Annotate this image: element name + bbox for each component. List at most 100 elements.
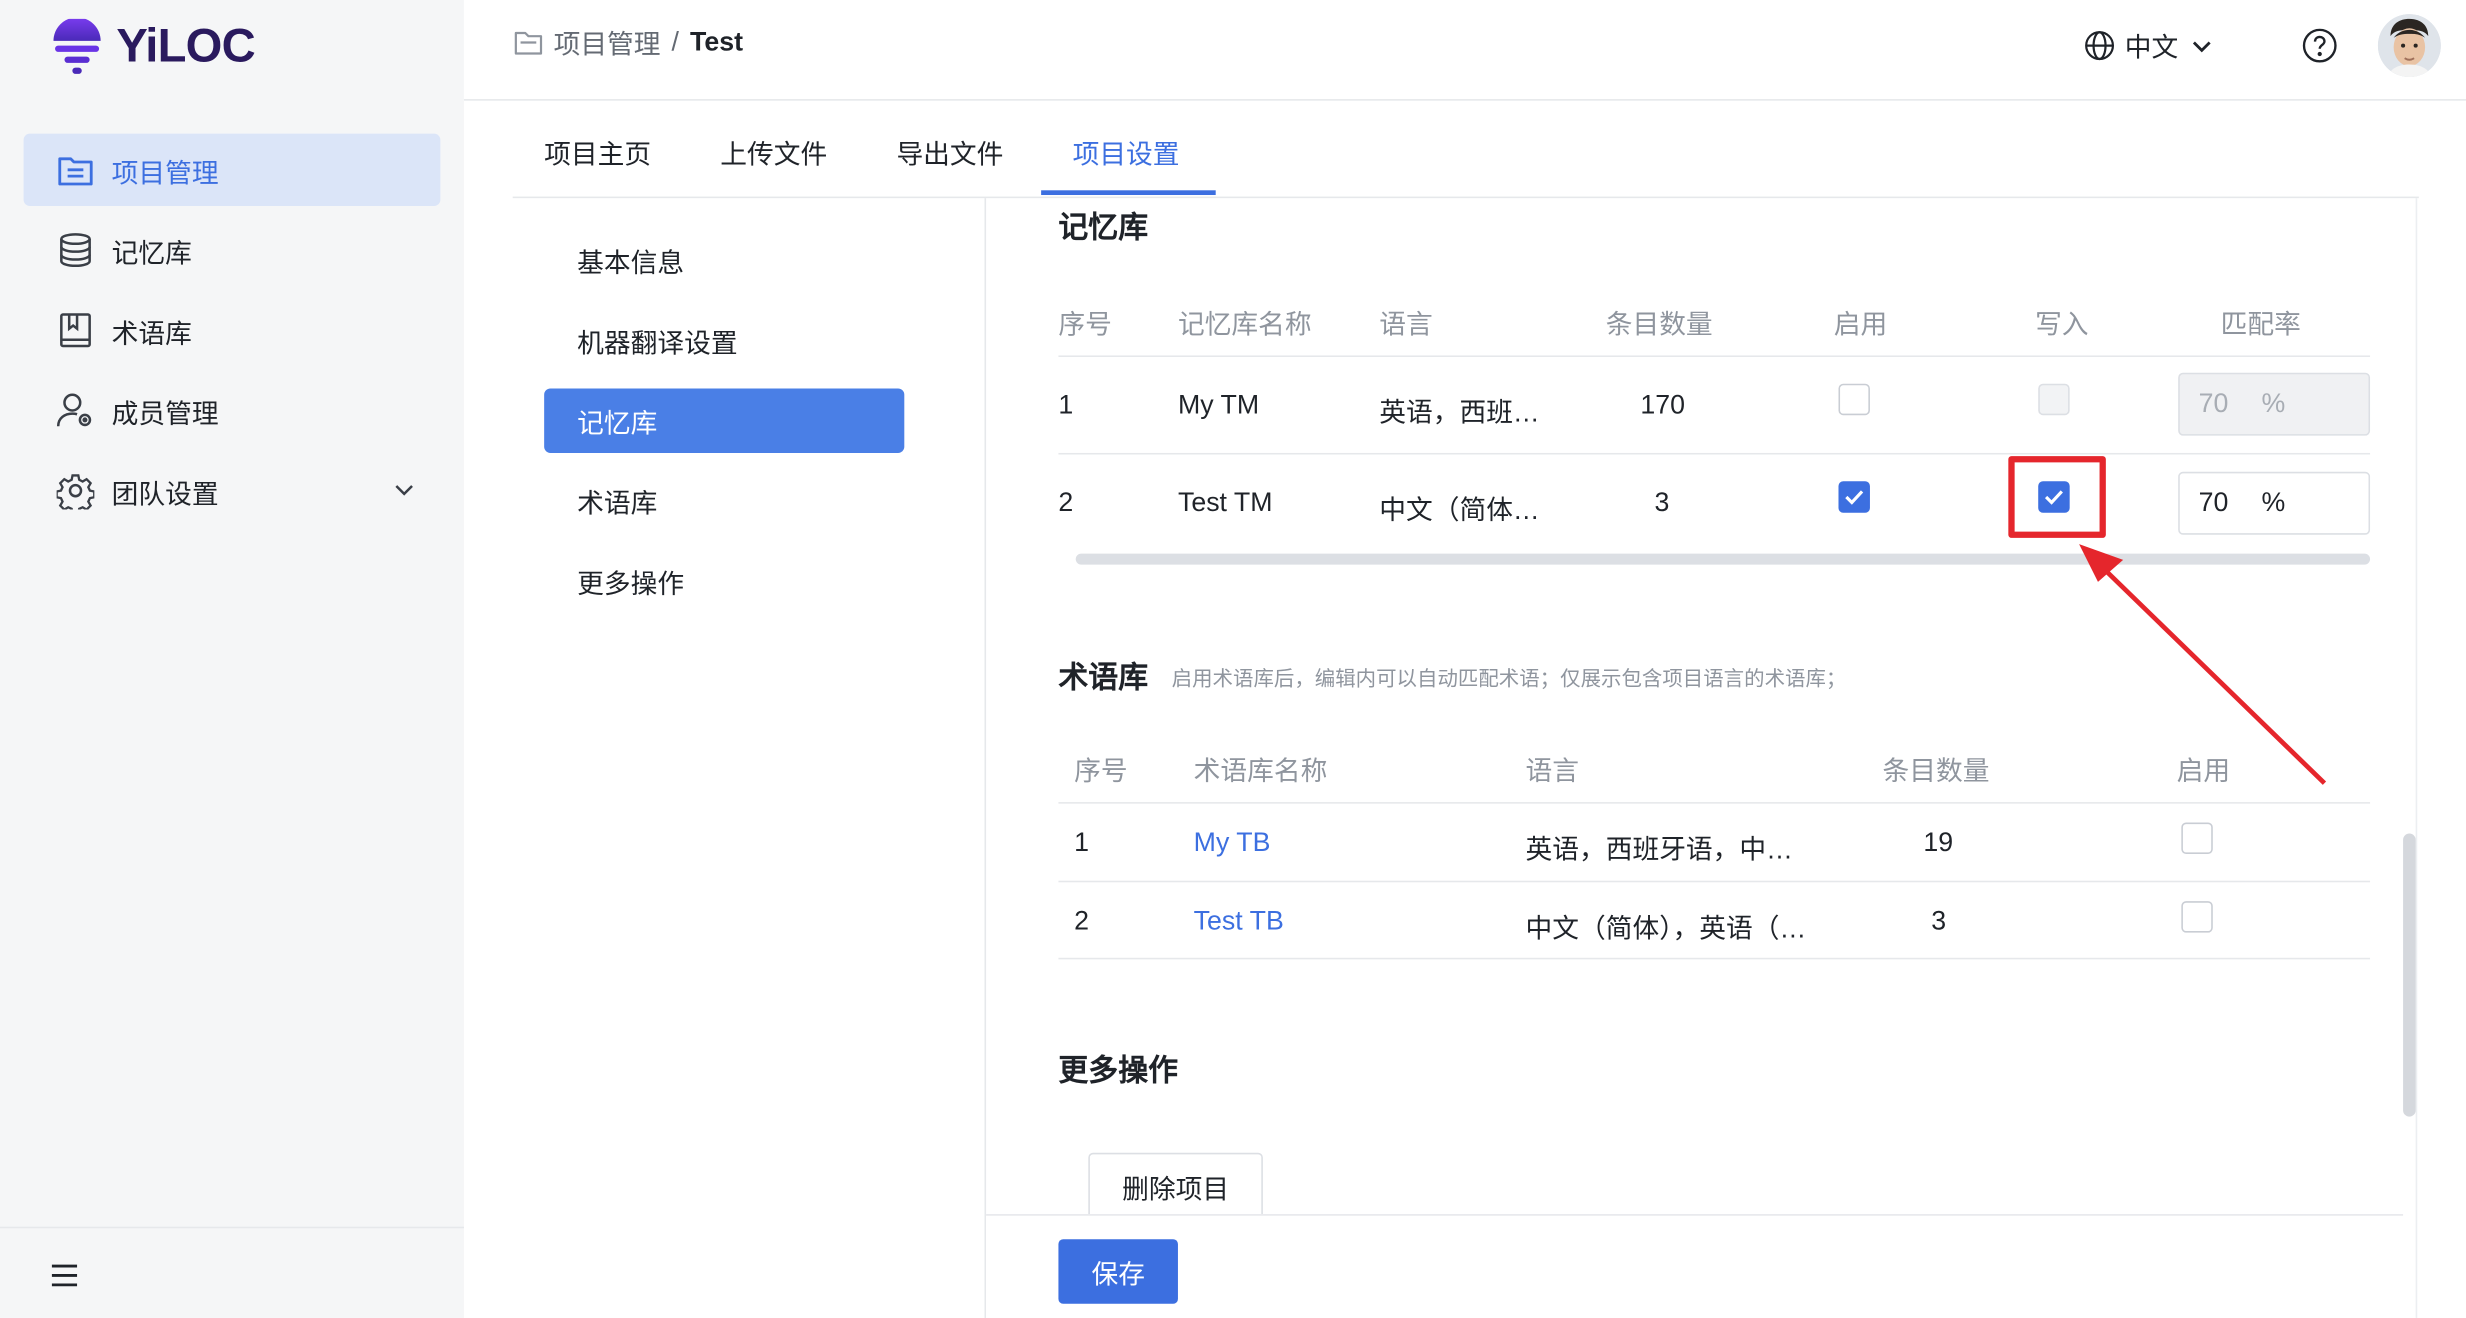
content-footer: 保存 [986,1214,2404,1318]
book-icon [55,310,96,351]
tm-col-name: 记忆库名称 [1177,309,1312,340]
tm-col-language: 语言 [1379,309,1433,340]
annotation-highlight-box [2008,456,2106,538]
tb-row-index: 2 [1074,905,1090,936]
tb-row-language: 英语，西班牙语，中… [1525,835,1793,865]
yiloc-logo-icon [53,18,101,74]
settings-item-mt[interactable]: 机器翻译设置 [544,308,904,372]
tb-col-enabled: 启用 [2176,756,2231,787]
member-settings-icon [55,390,96,431]
tb-row-count: 19 [1923,827,1954,858]
sidebar: YiLOC 项目管理 记忆库 术语库 成员管理 团队设置 [0,0,464,1318]
tm-write-checkbox[interactable] [2038,383,2070,416]
logo-text: YiLOC [116,20,255,73]
content-scroll-track [2415,198,2418,1318]
language-switcher[interactable]: 中文 [2084,25,2213,64]
tb-row-count: 3 [1931,905,1947,936]
tb-row-divider [1058,880,2371,883]
app-logo[interactable]: YiLOC [50,18,256,76]
tm-col-enabled: 启用 [1833,309,1888,340]
tm-row-index: 1 [1058,390,1074,420]
sidebar-item-project-management[interactable]: 项目管理 [23,133,441,207]
settings-content: 记忆库 序号 记忆库名称 语言 条目数量 启用 写入 匹配率 1 My TM 英… [986,198,2403,1215]
breadcrumb-parent[interactable]: 项目管理 [554,22,661,61]
question-icon[interactable] [2301,27,2339,73]
tab-upload-files[interactable]: 上传文件 [720,132,827,171]
tab-project-settings[interactable]: 项目设置 [1073,132,1180,171]
tm-section-title: 记忆库 [1058,212,1149,246]
tb-section-title: 术语库 [1058,662,1149,696]
breadcrumb-separator: / [671,25,679,56]
sidebar-nav: 项目管理 记忆库 术语库 成员管理 团队设置 [23,133,441,535]
globe-icon [2084,29,2115,60]
tm-horizontal-scrollbar[interactable] [1075,553,2371,565]
sidebar-item-tb[interactable]: 术语库 [24,294,441,366]
settings-nav: 基本信息 机器翻译设置 记忆库 术语库 更多操作 [544,228,905,629]
settings-item-more[interactable]: 更多操作 [544,549,904,613]
tb-row-index: 1 [1074,827,1090,858]
tb-row-language: 中文（简体），英语（… [1525,913,1807,944]
tb-section-hint: 启用术语库后，编辑内可以自动匹配术语；仅展示包含项目语言的术语库； [1171,666,1847,691]
chevron-down-icon [2191,34,2213,56]
sidebar-item-label: 项目管理 [111,158,219,188]
sidebar-item-label: 术语库 [111,318,192,349]
sidebar-item-members[interactable]: 成员管理 [24,374,441,446]
tm-col-index: 序号 [1058,309,1112,340]
tb-header-divider [1058,802,2371,804]
sidebar-footer [0,1226,464,1318]
avatar[interactable] [2377,14,2441,78]
delete-project-button[interactable]: 删除项目 [1088,1152,1263,1215]
tm-rate-input[interactable]: 70 % [2178,372,2371,436]
top-header: 项目管理 / Test 中文 [463,0,2466,101]
folder-icon [514,29,543,54]
tm-row-language: 中文（简体… [1379,495,1540,526]
tm-row-name: My TM [1177,390,1260,420]
sidebar-item-label: 记忆库 [111,238,192,269]
sidebar-item-label: 团队设置 [111,478,219,509]
tab-project-home[interactable]: 项目主页 [544,132,651,171]
settings-item-tm[interactable]: 记忆库 [544,388,905,453]
sidebar-item-team-settings[interactable]: 团队设置 [24,455,441,527]
tm-row-divider [1058,452,2371,455]
tm-col-write: 写入 [2035,309,2089,340]
chevron-down-icon[interactable] [393,477,415,508]
tb-row-name-link[interactable]: My TB [1194,827,1271,858]
language-label: 中文 [2124,33,2179,63]
tab-export-files[interactable]: 导出文件 [896,132,1003,171]
tm-col-rate: 匹配率 [2220,309,2301,340]
tb-enable-checkbox[interactable] [2181,822,2213,854]
active-tab-indicator [1041,190,1216,196]
tb-row-divider [1058,957,2371,960]
gear-icon [55,470,96,511]
tm-col-count: 条目数量 [1605,309,1713,340]
tm-header-divider [1058,355,2371,358]
tm-enable-checkbox[interactable] [1838,481,1870,513]
content-vertical-scrollbar[interactable] [2403,833,2416,1117]
settings-item-basic-info[interactable]: 基本信息 [544,228,904,292]
save-button[interactable]: 保存 [1058,1239,1178,1304]
sidebar-item-label: 成员管理 [111,398,219,429]
tm-row-count: 3 [1654,487,1670,518]
project-list-icon [55,149,96,190]
tb-col-language: 语言 [1525,756,1579,787]
settings-item-tb[interactable]: 术语库 [544,469,904,533]
menu-icon[interactable] [49,1263,80,1296]
tm-row-name: Test TM [1177,487,1273,518]
tm-enable-checkbox[interactable] [1838,383,1870,416]
tb-enable-checkbox[interactable] [2181,901,2213,933]
breadcrumb-current: Test [689,25,744,56]
breadcrumb: 项目管理 / Test [514,22,743,61]
database-icon [55,230,96,271]
project-tabs: 项目主页 上传文件 导出文件 项目设置 [512,101,2419,199]
tm-row-language: 英语，西班… [1379,397,1540,428]
sidebar-item-tm[interactable]: 记忆库 [24,214,441,286]
more-section-title: 更多操作 [1058,1055,1178,1089]
tb-col-index: 序号 [1074,756,1128,787]
tb-col-count: 条目数量 [1882,756,1990,787]
tm-rate-input[interactable]: 70 % [2178,471,2371,535]
tb-col-name: 术语库名称 [1193,756,1328,787]
tm-row-index: 2 [1058,487,1074,518]
tm-row-count: 170 [1640,390,1685,420]
checkmark-icon [1845,490,1864,505]
tb-row-name-link[interactable]: Test TB [1194,906,1284,937]
